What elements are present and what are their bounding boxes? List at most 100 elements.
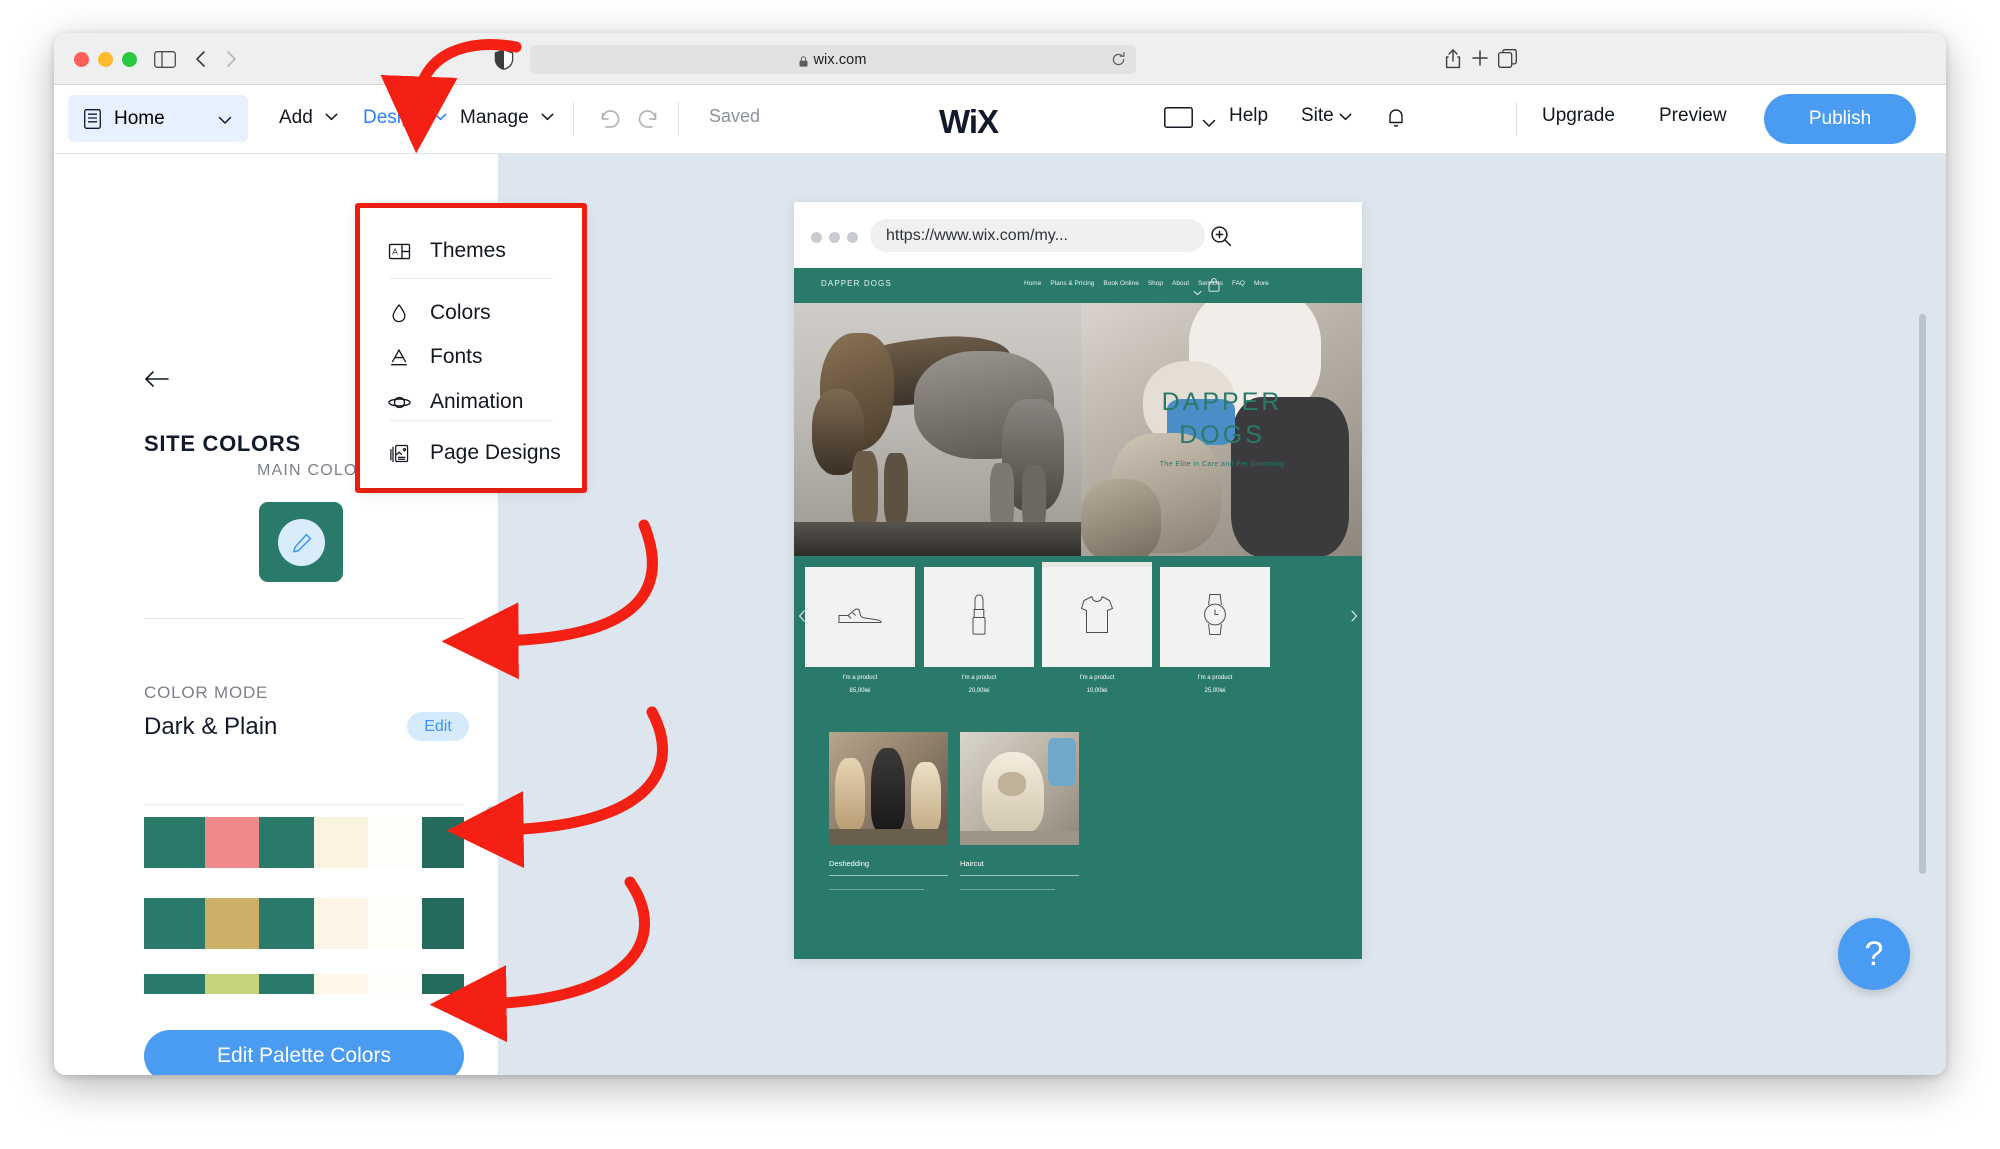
- window-maximize-button[interactable]: [122, 52, 137, 67]
- desktop-monitor-icon[interactable]: [1164, 107, 1193, 129]
- palette-swatch[interactable]: [367, 817, 423, 868]
- shopping-bag-icon[interactable]: [1208, 278, 1220, 292]
- site-nav-item[interactable]: Shop: [1148, 280, 1163, 287]
- share-icon[interactable]: [1444, 47, 1462, 69]
- menu-add[interactable]: Add: [279, 105, 338, 129]
- publish-button[interactable]: Publish: [1764, 94, 1916, 144]
- palette-option[interactable]: [144, 974, 464, 994]
- palette-swatch[interactable]: [144, 898, 205, 949]
- main-color-edit-button[interactable]: [278, 519, 325, 566]
- redo-icon[interactable]: [635, 108, 659, 130]
- palette-swatch[interactable]: [422, 817, 464, 868]
- lock-icon: [799, 54, 808, 67]
- browser-toolbar: wix.com: [54, 33, 1946, 85]
- help-button[interactable]: ?: [1838, 918, 1910, 990]
- palette-scrollbar-thumb[interactable]: [486, 806, 497, 817]
- site-hero: DAPPER DOGS The Elite in Care and Pet Gr…: [794, 303, 1362, 556]
- palette-swatch[interactable]: [204, 898, 260, 949]
- palette-swatch[interactable]: [422, 898, 464, 949]
- bell-icon[interactable]: [1387, 107, 1405, 128]
- menu-item-page-designs[interactable]: Page Designs: [386, 438, 561, 468]
- zoom-in-icon[interactable]: [1209, 224, 1233, 248]
- site-nav-item[interactable]: FAQ: [1232, 280, 1245, 287]
- main-color-swatch[interactable]: [259, 502, 343, 582]
- browser-back-button[interactable]: [190, 47, 212, 71]
- hero-title-line2: DOGS: [1179, 421, 1265, 449]
- chevron-down-icon[interactable]: [1202, 115, 1216, 127]
- privacy-shield-icon[interactable]: [494, 49, 514, 70]
- window-close-button[interactable]: [74, 52, 89, 67]
- menu-design-label: Design: [363, 107, 423, 128]
- wix-logo: WiX: [939, 103, 999, 140]
- canvas-scrollbar[interactable]: [1919, 314, 1926, 874]
- palette-swatch[interactable]: [259, 974, 314, 994]
- sidebar-toggle-icon[interactable]: [154, 51, 176, 68]
- new-tab-icon[interactable]: [1471, 49, 1489, 67]
- pencil-icon: [291, 532, 313, 554]
- palette-swatch[interactable]: [144, 974, 205, 994]
- site-nav-item[interactable]: About: [1172, 280, 1189, 287]
- palette-swatch[interactable]: [367, 974, 423, 994]
- product-next-arrow[interactable]: [1350, 609, 1358, 622]
- menu-design[interactable]: Design: [363, 105, 447, 129]
- palette-swatch[interactable]: [367, 898, 423, 949]
- palette-swatch[interactable]: [422, 974, 464, 994]
- palette-swatch[interactable]: [313, 974, 368, 994]
- edit-palette-colors-button[interactable]: Edit Palette Colors: [144, 1030, 464, 1075]
- wix-editor-toolbar: Home Add Design Manage Saved WiX Help Si…: [54, 85, 1946, 154]
- product-prev-arrow[interactable]: [798, 609, 806, 622]
- palette-swatch[interactable]: [313, 898, 368, 949]
- hero-title-line1: DAPPER: [1161, 388, 1283, 416]
- palette-option[interactable]: [144, 898, 464, 949]
- page-selector-home[interactable]: Home: [68, 95, 248, 142]
- service-name: Haircut: [960, 859, 984, 868]
- color-mode-edit-button[interactable]: Edit: [407, 712, 469, 741]
- chevron-down-icon: [1339, 105, 1352, 126]
- service-image[interactable]: [829, 732, 948, 845]
- chevron-down-icon: [434, 105, 447, 127]
- menu-help[interactable]: Help: [1229, 105, 1268, 127]
- palette-swatch[interactable]: [259, 817, 314, 868]
- menu-item-animation[interactable]: Animation: [386, 387, 523, 417]
- preview-button[interactable]: Preview: [1659, 105, 1727, 127]
- menu-manage[interactable]: Manage: [460, 105, 554, 129]
- palette-swatch[interactable]: [204, 974, 260, 994]
- window-minimize-button[interactable]: [98, 52, 113, 67]
- browser-forward-button[interactable]: [220, 47, 242, 71]
- upgrade-button[interactable]: Upgrade: [1542, 105, 1615, 127]
- show-tabs-icon[interactable]: [1498, 49, 1517, 68]
- divider: [144, 618, 464, 619]
- product-card[interactable]: [1042, 567, 1152, 667]
- palette-swatch[interactable]: [144, 817, 205, 868]
- address-bar[interactable]: wix.com: [530, 45, 1136, 74]
- product-card[interactable]: [924, 567, 1034, 667]
- chevron-down-icon[interactable]: [1193, 283, 1202, 296]
- palette-option[interactable]: [144, 817, 464, 868]
- menu-item-themes[interactable]: A Themes: [386, 236, 506, 266]
- product-card[interactable]: [1160, 567, 1270, 667]
- menu-divider: [390, 278, 553, 279]
- menu-site-label: Site: [1301, 105, 1334, 126]
- palette-swatch[interactable]: [313, 817, 368, 868]
- site-nav-item[interactable]: Book Online: [1103, 280, 1138, 287]
- menu-item-colors[interactable]: Colors: [386, 298, 491, 328]
- product-price: 85,00lei: [849, 688, 871, 694]
- palette-swatch[interactable]: [204, 817, 260, 868]
- document-icon: [84, 108, 101, 129]
- site-nav-item[interactable]: Home: [1024, 280, 1041, 287]
- editor-canvas: https://www.wix.com/my... DAPPER DOGS Ho…: [498, 154, 1946, 1075]
- site-nav-item[interactable]: More: [1254, 280, 1269, 287]
- shoe-icon: [838, 604, 882, 631]
- menu-site[interactable]: Site: [1301, 105, 1352, 127]
- palette-swatch[interactable]: [259, 898, 314, 949]
- service-image[interactable]: [960, 732, 1079, 845]
- undo-icon[interactable]: [599, 108, 623, 130]
- menu-item-fonts[interactable]: Fonts: [386, 342, 483, 372]
- site-nav-item[interactable]: Plans & Pricing: [1050, 280, 1094, 287]
- preview-url-text[interactable]: https://www.wix.com/my...: [870, 219, 1205, 252]
- back-arrow-icon[interactable]: [144, 369, 170, 389]
- page-title: SITE COLORS: [144, 431, 301, 456]
- service-divider: [829, 875, 948, 876]
- reload-icon[interactable]: [1111, 51, 1126, 68]
- product-card[interactable]: [805, 567, 915, 667]
